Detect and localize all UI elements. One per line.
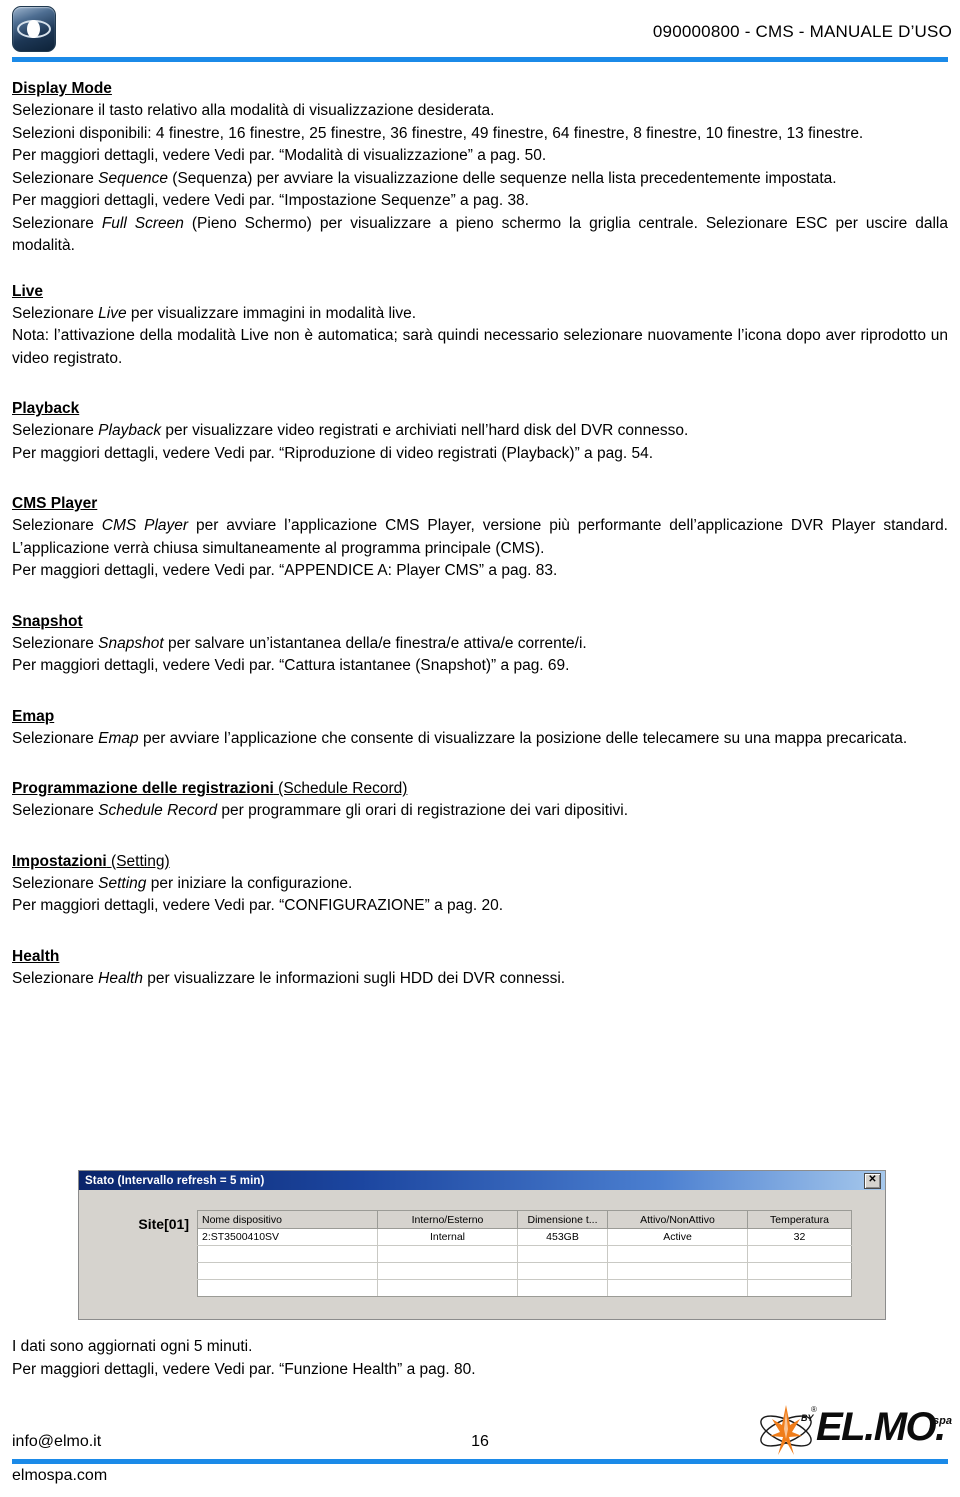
paragraph: Per maggiori dettagli, vedere Vedi par. …	[12, 444, 654, 462]
section-live: Live Selezionare Live per visualizzare i…	[12, 281, 948, 371]
paragraph: Selezionare Full Screen (Pieno Schermo) …	[12, 214, 948, 255]
section-heading-impostazioni: Impostazioni (Setting)	[12, 852, 170, 870]
logo-by-label: BY	[801, 1413, 814, 1423]
cell-size	[517, 1279, 608, 1297]
cell-active-state: Active	[607, 1228, 748, 1246]
paragraph: Per maggiori dettagli, vedere Vedi par. …	[12, 562, 558, 579]
paragraph: Selezionare Health per visualizzare le i…	[12, 969, 566, 987]
document-body: Display Mode Selezionare il tasto relati…	[12, 78, 948, 990]
hdd-status-table: Nome dispositivo Interno/Esterno Dimensi…	[197, 1210, 852, 1297]
stato-dialog: Stato (Intervallo refresh = 5 min) ✕ Sit…	[78, 1170, 886, 1320]
column-header[interactable]: Attivo/NonAttivo	[607, 1210, 748, 1229]
paragraph: Selezionare Live per visualizzare immagi…	[12, 304, 417, 322]
section-heading-snapshot: Snapshot	[12, 612, 83, 630]
table-header-row: Nome dispositivo Interno/Esterno Dimensi…	[197, 1210, 852, 1229]
cell-device-name: 2:ST3500410SV	[197, 1228, 378, 1246]
paragraph: Selezionare Snapshot per salvare un’ista…	[12, 634, 587, 652]
cell-internal-external	[377, 1279, 518, 1297]
cell-active-state	[607, 1245, 748, 1263]
cell-device-name	[197, 1279, 378, 1297]
dialog-body: Site[01] Nome dispositivo Interno/Estern…	[79, 1190, 885, 1319]
cell-device-name	[197, 1262, 378, 1280]
paragraph: I dati sono aggiornati ogni 5 minuti.	[12, 1338, 253, 1355]
close-icon[interactable]: ✕	[864, 1173, 881, 1189]
post-figure-text: I dati sono aggiornati ogni 5 minuti. Pe…	[12, 1336, 948, 1381]
table-row[interactable]	[197, 1245, 852, 1263]
cell-size: 453GB	[517, 1228, 608, 1246]
paragraph: Selezionare Setting per iniziare la conf…	[12, 874, 353, 892]
cell-temperature	[747, 1262, 852, 1280]
paragraph: Selezionare Playback per visualizzare vi…	[12, 422, 689, 439]
section-heading-live: Live	[12, 282, 44, 300]
footer-website[interactable]: elmospa.com	[12, 1467, 107, 1485]
cell-internal-external	[377, 1245, 518, 1263]
section-heading-playback: Playback	[12, 400, 80, 417]
section-heading-cms-player: CMS Player	[12, 495, 98, 512]
paragraph: Selezionare il tasto relativo alla modal…	[12, 102, 495, 119]
document-header-title: 090000800 - CMS - MANUALE D’USO	[652, 22, 952, 41]
header-divider-rule	[12, 57, 948, 62]
page-footer: ® BY EL.MO. spa info@elmo.it 16 elmospa.…	[0, 1401, 960, 1497]
section-display-mode: Display Mode Selezionare il tasto relati…	[12, 78, 948, 258]
paragraph: Selezionare Schedule Record per programm…	[12, 802, 629, 819]
eye-pupil-shape	[27, 20, 40, 38]
section-heading-display-mode: Display Mode	[12, 80, 112, 97]
column-header[interactable]: Interno/Esterno	[377, 1210, 518, 1229]
cell-size	[517, 1245, 608, 1263]
table-row[interactable]: 2:ST3500410SV Internal 453GB Active 32	[197, 1228, 852, 1246]
section-emap: Emap Selezionare Emap per avviare l’appl…	[12, 706, 948, 751]
column-header[interactable]: Nome dispositivo	[197, 1210, 378, 1229]
paragraph: Per maggiori dettagli, vedere Vedi par. …	[12, 897, 504, 914]
cell-active-state	[607, 1279, 748, 1297]
paragraph: Per maggiori dettagli, vedere Vedi par. …	[12, 657, 570, 674]
paragraph: Per maggiori dettagli, vedere Vedi par. …	[12, 192, 529, 209]
dialog-title: Stato (Intervallo refresh = 5 min)	[85, 1174, 265, 1187]
paragraph: Selezionare CMS Player per avviare l’app…	[12, 517, 948, 557]
cell-internal-external: Internal	[377, 1228, 518, 1246]
paragraph: Selezionare Emap per avviare l’applicazi…	[12, 729, 908, 747]
cell-internal-external	[377, 1262, 518, 1280]
page-number: 16	[471, 1433, 489, 1450]
section-heading-health: Health	[12, 947, 60, 965]
section-schedule-record: Programmazione delle registrazioni (Sche…	[12, 778, 948, 823]
section-impostazioni: Impostazioni (Setting) Selezionare Setti…	[12, 851, 948, 918]
paragraph: Per maggiori dettagli, vedere Vedi par. …	[12, 1360, 476, 1378]
health-status-dialog-screenshot: Stato (Intervallo refresh = 5 min) ✕ Sit…	[78, 1170, 886, 1320]
section-snapshot: Snapshot Selezionare Snapshot per salvar…	[12, 611, 948, 678]
paragraph: Selezioni disponibili: 4 finestre, 16 fi…	[12, 124, 864, 142]
cell-active-state	[607, 1262, 748, 1280]
dialog-titlebar: Stato (Intervallo refresh = 5 min) ✕	[79, 1171, 885, 1190]
section-heading-emap: Emap	[12, 707, 55, 725]
logo-spa-label: spa	[933, 1415, 952, 1427]
table-row[interactable]	[197, 1279, 852, 1297]
section-cms-player: CMS Player Selezionare CMS Player per av…	[12, 493, 948, 583]
cell-device-name	[197, 1245, 378, 1263]
footer-divider-rule	[12, 1459, 948, 1464]
site-label: Site[01]	[138, 1216, 189, 1232]
table-row[interactable]	[197, 1262, 852, 1280]
paragraph: Per maggiori dettagli, vedere Vedi par. …	[12, 147, 547, 164]
cell-temperature	[747, 1245, 852, 1263]
section-playback: Playback Selezionare Playback per visual…	[12, 398, 948, 465]
column-header[interactable]: Temperatura	[747, 1210, 852, 1229]
section-heading-schedule-record: Programmazione delle registrazioni (Sche…	[12, 780, 408, 797]
column-header[interactable]: Dimensione t...	[517, 1210, 608, 1229]
cell-size	[517, 1262, 608, 1280]
cell-temperature	[747, 1279, 852, 1297]
eye-logo-icon	[12, 6, 56, 52]
paragraph: Nota: l’attivazione della modalità Live …	[12, 327, 948, 367]
section-health: Health Selezionare Health per visualizza…	[12, 946, 948, 991]
paragraph: Selezionare Sequence (Sequenza) per avvi…	[12, 169, 837, 187]
cell-temperature: 32	[747, 1228, 852, 1246]
page-header: 090000800 - CMS - MANUALE D’USO	[0, 0, 960, 62]
